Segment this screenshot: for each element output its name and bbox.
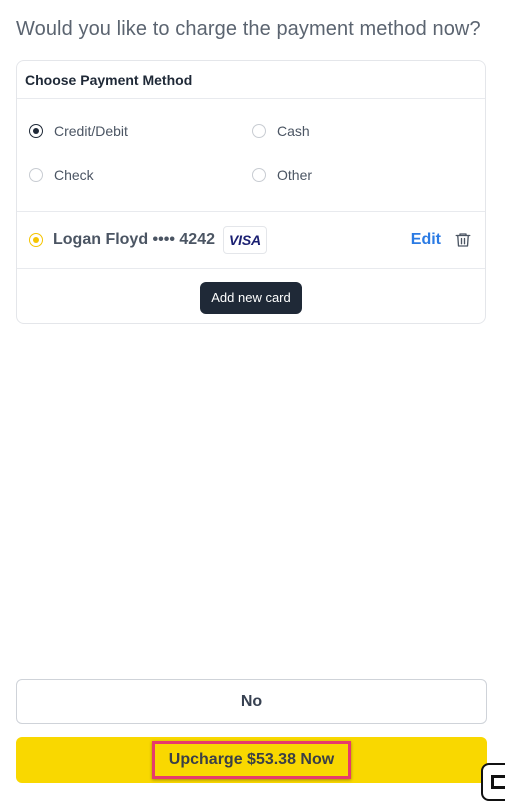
radio-other[interactable]: Other [252, 167, 312, 183]
radio-credit-debit[interactable]: Credit/Debit [29, 123, 128, 139]
saved-card-row[interactable]: Logan Floyd •••• 4242 VISA Edit [17, 212, 485, 269]
radio-check[interactable]: Check [29, 167, 94, 183]
radio-cash[interactable]: Cash [252, 123, 310, 139]
upcharge-button-label: Upcharge $53.38 Now [151, 741, 352, 779]
radio-check-circle[interactable] [29, 168, 43, 182]
radio-cash-label: Cash [277, 123, 310, 139]
radio-credit-debit-label: Credit/Debit [54, 123, 128, 139]
page-title: Would you like to charge the payment met… [16, 18, 481, 40]
saved-card-holder: Logan Floyd •••• 4242 [53, 231, 215, 248]
card-header: Choose Payment Method [17, 61, 485, 99]
edit-card-link[interactable]: Edit [411, 231, 441, 249]
payment-page: Would you like to charge the payment met… [0, 0, 505, 801]
trash-icon[interactable] [453, 230, 473, 250]
upcharge-button[interactable]: Upcharge $53.38 Now [16, 737, 487, 783]
saved-card-radio[interactable] [29, 233, 43, 247]
app-widget-icon[interactable] [481, 763, 505, 801]
radio-other-label: Other [277, 167, 313, 183]
payment-method-options [17, 99, 485, 212]
radio-other-circle[interactable] [252, 168, 266, 182]
add-card-row: Add new card [17, 269, 485, 325]
radio-credit-debit-circle[interactable] [29, 124, 43, 138]
no-button[interactable]: No [16, 679, 487, 724]
radio-check-label: Check [54, 167, 94, 183]
add-new-card-button[interactable]: Add new card [200, 282, 302, 314]
visa-logo-icon: VISA [223, 226, 267, 254]
payment-method-card: Choose Payment Method Logan Floyd •••• 4… [16, 60, 486, 324]
radio-cash-circle[interactable] [252, 124, 266, 138]
